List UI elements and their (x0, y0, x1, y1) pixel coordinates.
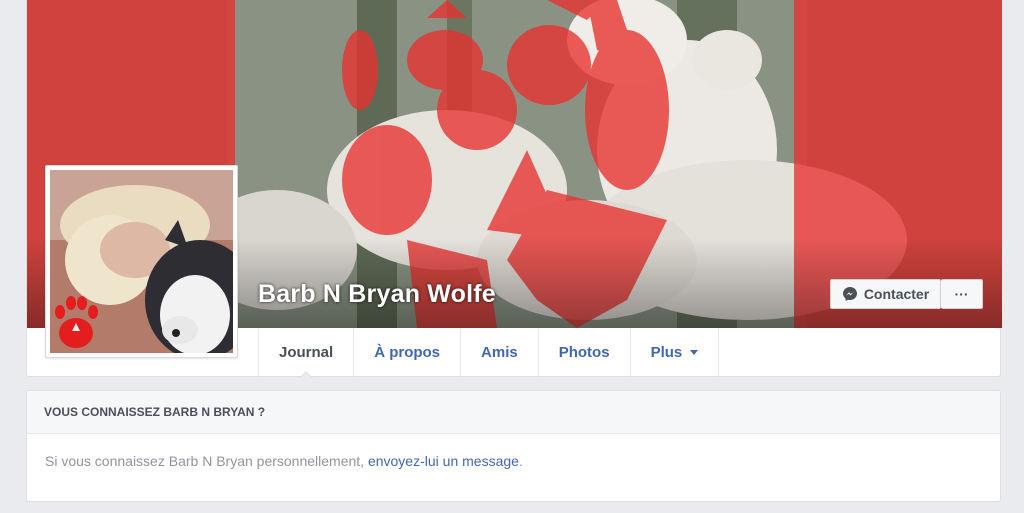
tab-photos-label: Photos (558, 344, 610, 361)
tab-photos[interactable]: Photos (537, 328, 630, 377)
contact-button-label: Contacter (863, 286, 930, 302)
tab-about[interactable]: À propos (353, 328, 460, 377)
tab-friends[interactable]: Amis (460, 328, 538, 377)
profile-name[interactable]: Barb N Bryan Wolfe (258, 280, 496, 309)
profile-actions: Contacter ··· (830, 279, 983, 309)
more-options-label: ··· (954, 286, 969, 302)
know-person-text: Si vous connaissez Barb N Bryan personne… (45, 453, 368, 469)
caret-down-icon (690, 350, 699, 355)
know-person-end: . (518, 453, 523, 469)
send-message-link[interactable]: envoyez-lui un message (368, 453, 519, 469)
contact-button[interactable]: Contacter (830, 279, 941, 309)
tab-about-label: À propos (374, 344, 441, 361)
know-person-body: Si vous connaissez Barb N Bryan personne… (27, 434, 1000, 469)
know-person-card: VOUS CONNAISSEZ BARB N BRYAN ? Si vous c… (26, 390, 1001, 502)
tab-journal-label: Journal (279, 344, 334, 361)
more-options-button[interactable]: ··· (941, 279, 983, 309)
messenger-icon (842, 286, 858, 302)
tab-more[interactable]: Plus (629, 328, 720, 377)
profile-nav: Journal À propos Amis Photos Plus (258, 328, 720, 378)
know-person-header: VOUS CONNAISSEZ BARB N BRYAN ? (27, 391, 1000, 434)
tab-journal[interactable]: Journal (258, 328, 353, 378)
tab-more-label: Plus (650, 344, 683, 361)
profile-picture-image (50, 170, 233, 353)
profile-header-card: Barb N Bryan Wolfe Contacter ··· Journal… (26, 0, 1002, 378)
tab-friends-label: Amis (481, 344, 518, 361)
profile-picture[interactable] (45, 165, 238, 358)
